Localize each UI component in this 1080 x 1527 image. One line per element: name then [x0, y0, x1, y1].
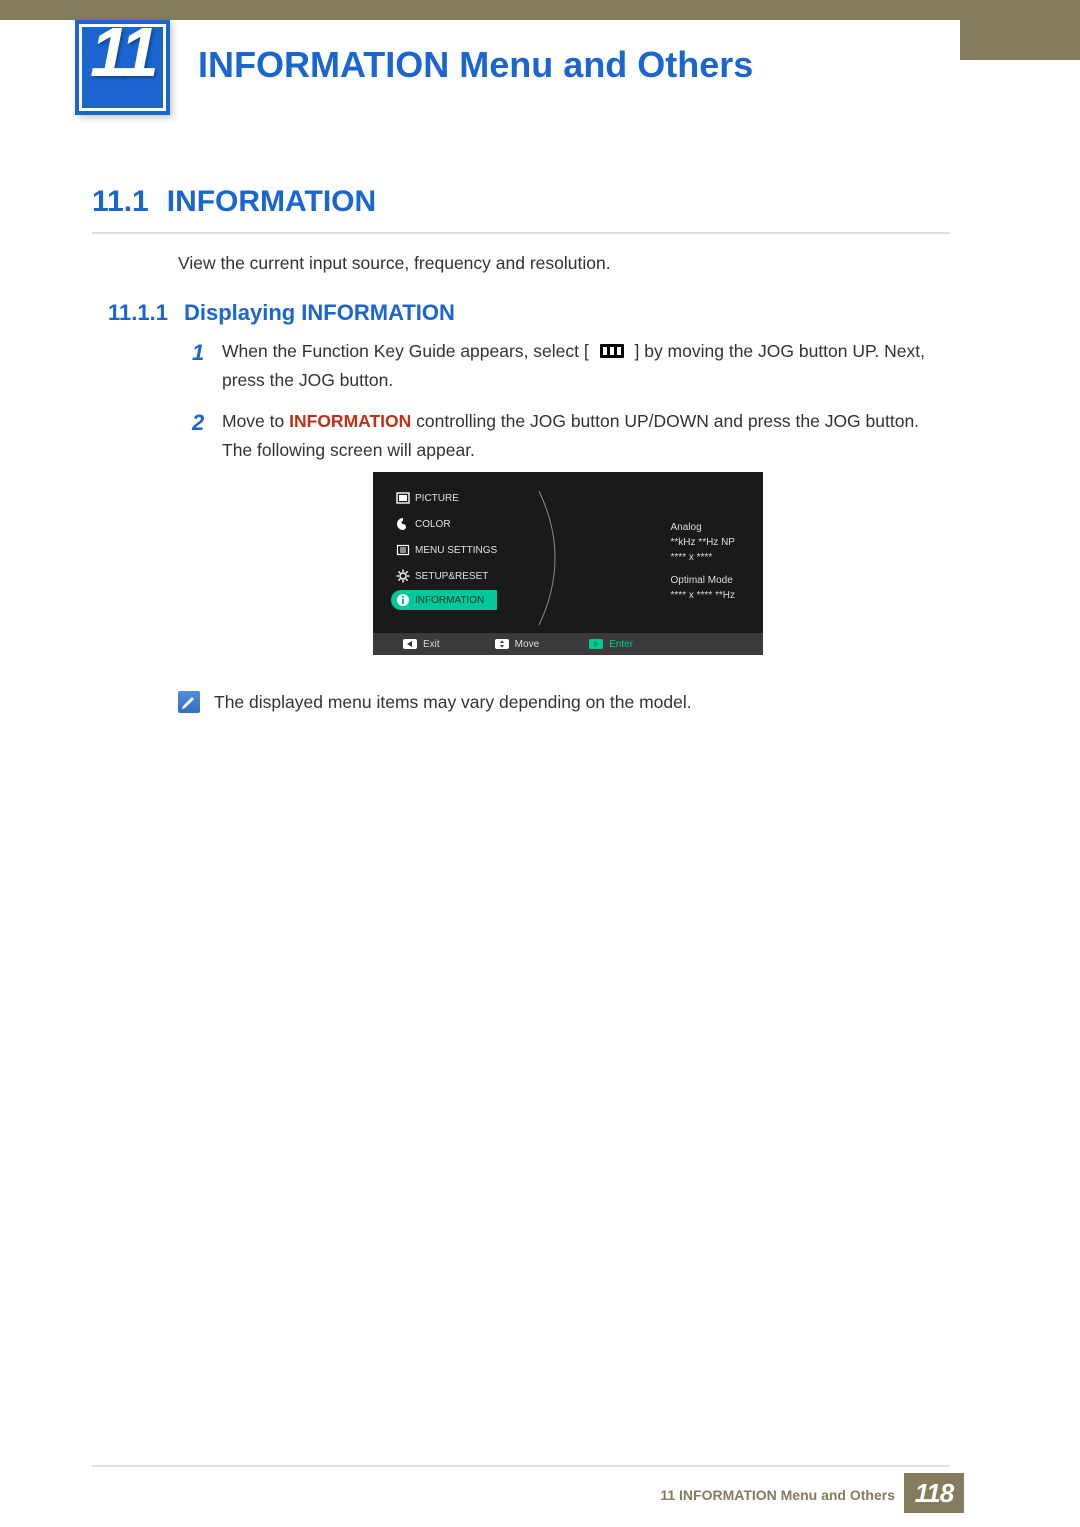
step-number: 2 — [192, 405, 204, 441]
osd-item-setup-reset: SETUP&RESET — [391, 564, 497, 588]
osd-move-label: Move — [515, 639, 539, 650]
picture-icon — [391, 491, 415, 505]
note-row: The displayed menu items may vary depend… — [178, 691, 692, 713]
chapter-box: 11 — [75, 20, 170, 115]
page-number-box: 118 — [904, 1473, 964, 1513]
osd-screenshot: PICTURE COLOR MENU SETTINGS SETUP&RESET … — [373, 472, 763, 655]
section-title: INFORMATION — [167, 185, 376, 218]
osd-info-panel: Analog **kHz **Hz NP **** x **** Optimal… — [671, 522, 735, 605]
updown-icon — [495, 639, 509, 649]
osd-label: MENU SETTINGS — [415, 545, 497, 556]
menu-settings-icon — [391, 543, 415, 557]
subsection-number: 11.1.1 — [108, 300, 168, 325]
step-2: 2 Move to INFORMATION controlling the JO… — [192, 407, 945, 465]
footer-text: 11 INFORMATION Menu and Others — [660, 1487, 895, 1503]
osd-info-line: **** x **** — [671, 552, 735, 563]
osd-bottom-bar: Exit Move Enter — [373, 633, 763, 655]
osd-label: SETUP&RESET — [415, 571, 488, 582]
osd-info-line: **** x **** **Hz — [671, 590, 735, 601]
info-icon — [391, 593, 415, 607]
left-icon — [403, 639, 417, 649]
gear-icon — [391, 569, 415, 583]
right-icon — [589, 639, 603, 649]
osd-label: COLOR — [415, 519, 451, 530]
osd-move: Move — [495, 639, 539, 650]
note-icon — [178, 691, 200, 713]
step-2-text-a: Move to — [222, 411, 289, 431]
step-1-text-a: When the Function Key Guide appears, sel… — [222, 341, 589, 361]
osd-item-picture: PICTURE — [391, 486, 497, 510]
menu-icon — [594, 341, 630, 361]
section-number: 11.1 — [92, 185, 149, 218]
osd-menu-list: PICTURE COLOR MENU SETTINGS SETUP&RESET … — [391, 486, 497, 612]
intro-text: View the current input source, frequency… — [178, 253, 611, 274]
subsection-heading: 11.1.1 Displaying INFORMATION — [108, 300, 455, 326]
section-heading: 11.1 INFORMATION — [92, 185, 376, 219]
osd-info-line: Analog — [671, 522, 735, 533]
osd-item-menu-settings: MENU SETTINGS — [391, 538, 497, 562]
osd-item-color: COLOR — [391, 512, 497, 536]
osd-label: PICTURE — [415, 493, 459, 504]
divider — [92, 232, 950, 234]
color-icon — [391, 517, 415, 531]
osd-info-line: **kHz **Hz NP — [671, 537, 735, 548]
osd-info-line: Optimal Mode — [671, 575, 735, 586]
osd-enter: Enter — [589, 639, 633, 650]
subsection-title: Displaying INFORMATION — [184, 300, 455, 325]
chapter-number: 11 — [75, 12, 170, 92]
page-number: 118 — [915, 1478, 953, 1509]
osd-label: INFORMATION — [415, 595, 484, 606]
note-text: The displayed menu items may vary depend… — [214, 692, 692, 713]
step-1: 1 When the Function Key Guide appears, s… — [192, 337, 945, 395]
steps-list: 1 When the Function Key Guide appears, s… — [192, 337, 945, 477]
step-number: 1 — [192, 335, 204, 371]
osd-enter-label: Enter — [609, 639, 633, 650]
osd-exit-label: Exit — [423, 639, 440, 650]
osd-exit: Exit — [403, 639, 440, 650]
footer-divider — [92, 1465, 950, 1467]
osd-arc — [537, 488, 577, 628]
osd-item-information: INFORMATION — [391, 590, 497, 610]
page-title: INFORMATION Menu and Others — [198, 44, 753, 86]
step-2-keyword: INFORMATION — [289, 411, 411, 431]
